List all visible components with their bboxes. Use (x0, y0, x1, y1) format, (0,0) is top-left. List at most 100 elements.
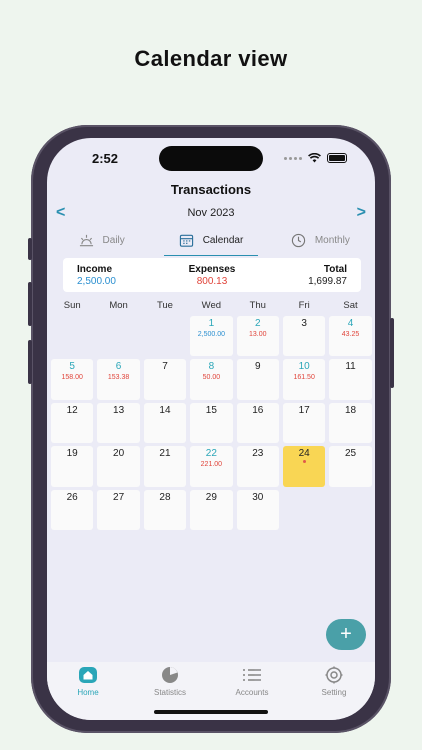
day-number: 15 (205, 404, 217, 416)
calendar-day[interactable]: 6 153.38 (97, 359, 140, 400)
day-number: 26 (66, 491, 78, 503)
tab-monthly[interactable]: Monthly (266, 227, 375, 253)
tab-calendar[interactable]: Calendar (156, 227, 265, 256)
month-label: Nov 2023 (187, 207, 235, 219)
calendar-day[interactable]: 11 (329, 359, 372, 400)
sunrise-icon (79, 234, 93, 246)
phone-power-button (390, 318, 394, 388)
calendar-day[interactable]: 15 (190, 402, 233, 443)
day-number: 6 (115, 361, 122, 372)
day-number: 9 (254, 361, 261, 372)
total-summary: Total 1,699.87 (257, 258, 347, 292)
calendar-day[interactable]: 23 (236, 446, 279, 487)
calendar-day[interactable]: 9 (236, 359, 279, 400)
day-expense-amount: 158.00 (61, 374, 83, 381)
gear-icon (325, 666, 343, 684)
day-number: 19 (66, 448, 78, 459)
nav-setting[interactable]: Setting (293, 666, 375, 720)
income-label: Income (77, 263, 113, 275)
day-number: 12 (66, 404, 78, 416)
weekday-label: Fri (298, 300, 310, 311)
tab-monthly-label: Monthly (314, 234, 350, 246)
calendar-day[interactable]: 7 (143, 359, 187, 400)
calendar-day[interactable]: 14 (143, 402, 187, 443)
day-expense-amount: 50.00 (202, 374, 221, 381)
day-expense-amount: 221.00 (200, 461, 223, 468)
day-number: 4 (347, 317, 354, 329)
calendar-day[interactable]: 21 (143, 446, 187, 487)
income-summary: Income 2,500.00 (77, 258, 167, 292)
calendar-day[interactable]: 29 (190, 489, 233, 530)
app-screen: 2:52 Transactions < Nov 2023 > Daily Cal… (47, 138, 375, 720)
expenses-summary: Expenses 800.13 (167, 258, 257, 292)
tab-calendar-label: Calendar (202, 234, 244, 246)
calendar-day[interactable]: 10 161.50 (282, 359, 326, 400)
calendar-day[interactable]: 28 (143, 489, 187, 530)
dynamic-island (159, 146, 263, 171)
calendar-day[interactable]: 30 (236, 489, 279, 530)
calendar-day[interactable]: 12 (51, 402, 94, 443)
calendar-day[interactable]: 26 (51, 489, 94, 530)
weekday-label: Sat (343, 300, 358, 311)
nav-home-label: Home (77, 688, 99, 697)
calendar-day[interactable]: 4 43.25 (329, 315, 372, 356)
day-number: 18 (344, 404, 357, 416)
day-number: 11 (345, 361, 356, 372)
day-number: 30 (252, 491, 264, 503)
calendar-day[interactable]: 17 (282, 402, 326, 443)
calendar-day[interactable]: 2 13.00 (236, 315, 279, 356)
add-transaction-button[interactable]: + (326, 619, 366, 650)
home-icon (79, 667, 97, 683)
day-number: 5 (69, 361, 75, 372)
day-income-amount: 2,500.00 (197, 330, 225, 338)
phone-volume-up-button (28, 282, 32, 326)
day-number: 23 (252, 448, 264, 459)
calendar-day[interactable]: 8 50.00 (190, 359, 233, 400)
calendar-day[interactable]: 16 (236, 402, 279, 443)
signal-icon (284, 156, 302, 160)
day-number: 13 (113, 404, 125, 416)
calendar-icon (179, 234, 193, 247)
day-number: 20 (113, 448, 125, 459)
day-expense-amount: 153.38 (107, 374, 130, 381)
weekday-header: Sun Mon Tue Wed Thu Fri Sat (49, 300, 374, 311)
calendar-day[interactable]: 18 (329, 402, 372, 443)
day-number: 28 (159, 491, 171, 503)
view-tabs: Daily Calendar Monthly (47, 227, 375, 256)
calendar-day[interactable]: 3 (282, 315, 326, 356)
calendar-day[interactable]: 19 (51, 446, 94, 487)
calendar-day[interactable]: 25 (329, 446, 372, 487)
calendar-day[interactable]: 20 (97, 446, 140, 487)
page-headline: Calendar view (134, 46, 288, 71)
calendar-day-today[interactable]: 24 (282, 446, 326, 487)
day-number: 25 (344, 448, 357, 459)
day-number: 29 (205, 491, 217, 503)
tab-daily-label: Daily (102, 234, 125, 246)
weekday-label: Wed (201, 300, 222, 311)
calendar-day[interactable]: 22 221.00 (190, 446, 233, 487)
calendar-day[interactable]: 1 2,500.00 (190, 315, 233, 356)
calendar-day[interactable]: 5 158.00 (51, 359, 94, 400)
phone-side-button (28, 238, 32, 260)
calendar-day[interactable]: 13 (97, 402, 140, 443)
day-number: 16 (252, 404, 264, 416)
day-number: 14 (159, 404, 171, 416)
day-number: 2 (254, 317, 261, 329)
calendar-grid: 1 2,500.00 2 13.00 3 4 43.25 5 158.00 6 153.38 7 8 50… (49, 314, 374, 532)
day-number: 7 (162, 361, 168, 372)
calendar-day[interactable]: 27 (97, 489, 140, 530)
expenses-value: 800.13 (196, 275, 228, 287)
tab-daily[interactable]: Daily (47, 227, 156, 253)
total-label: Total (323, 263, 347, 275)
calendar-blank-cell (142, 314, 188, 358)
nav-statistics-label: Statistics (153, 688, 186, 697)
page-title: Transactions (170, 182, 252, 197)
day-number: 21 (159, 448, 171, 459)
day-number: 22 (205, 448, 217, 459)
day-number: 24 (298, 448, 310, 459)
day-number: 1 (208, 317, 215, 329)
income-value: 2,500.00 (77, 275, 116, 287)
nav-home[interactable]: Home (47, 666, 129, 720)
next-month-arrow[interactable]: > (357, 204, 366, 222)
status-time: 2:52 (92, 151, 119, 166)
